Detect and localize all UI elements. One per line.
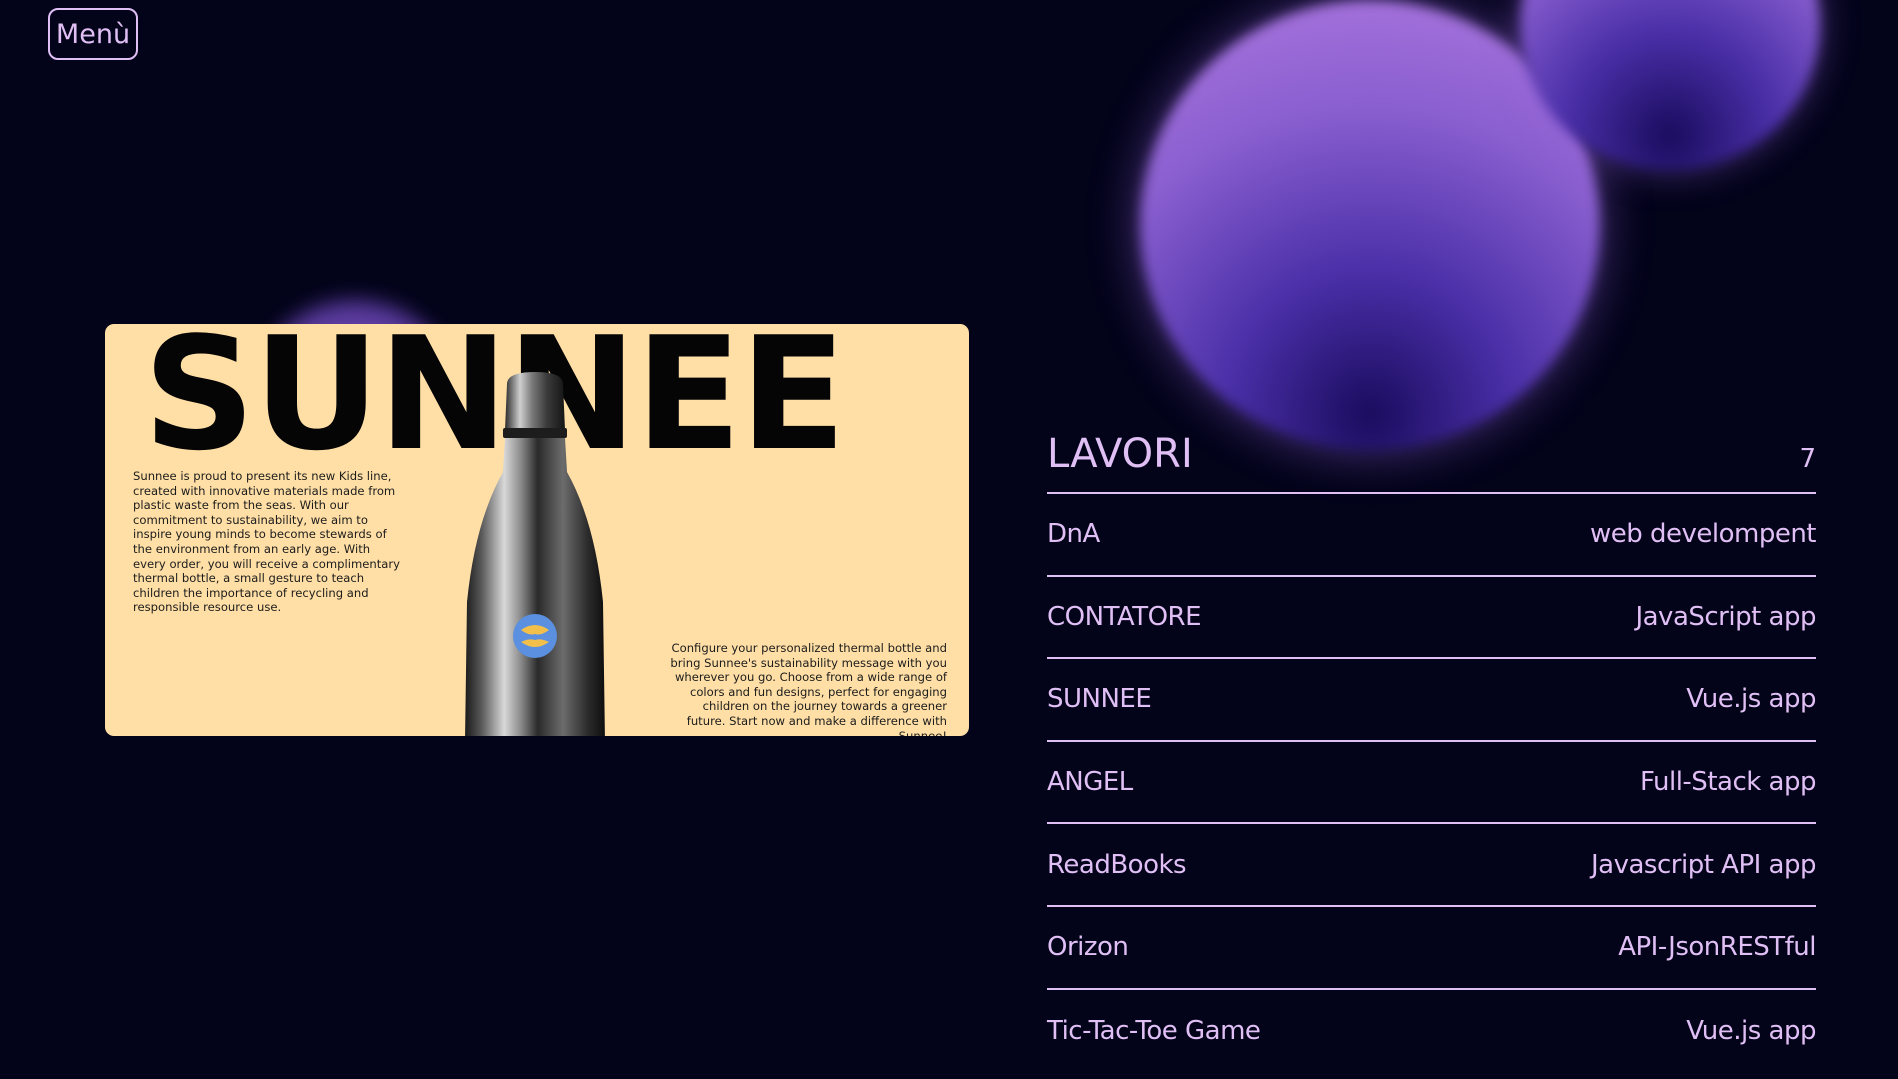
works-list: LAVORI 7 DnA web develompent CONTATORE J… [1047,414,1817,1073]
project-preview-description-right: Configure your personalized thermal bott… [670,641,947,736]
work-type: Vue.js app [1686,684,1816,715]
work-type: API-JsonRESTful [1618,932,1816,963]
work-row-tic-tac-toe[interactable]: Tic-Tac-Toe Game Vue.js app [1047,990,1816,1073]
work-name: SUNNEE [1047,684,1152,715]
work-name: CONTATORE [1047,601,1202,632]
work-name: ANGEL [1047,767,1133,798]
work-row-orizon[interactable]: Orizon API-JsonRESTful [1047,907,1816,990]
menu-button-label: Menù [55,18,131,50]
work-row-sunnee[interactable]: SUNNEE Vue.js app [1047,659,1816,742]
work-name: DnA [1047,519,1100,550]
work-row-contatore[interactable]: CONTATORE JavaScript app [1047,577,1816,660]
work-row-dna[interactable]: DnA web develompent [1047,494,1817,577]
work-name: ReadBooks [1047,849,1187,880]
project-preview-description-left: Sunnee is proud to present its new Kids … [133,469,401,615]
work-type: Javascript API app [1591,849,1816,880]
work-type: web develompent [1589,519,1817,550]
work-name: Tic-Tac-Toe Game [1047,1015,1261,1046]
works-header: LAVORI 7 [1047,414,1816,494]
work-type: Vue.js app [1686,1015,1816,1046]
work-row-angel[interactable]: ANGEL Full-Stack app [1047,742,1817,825]
portfolio-page: Menù SUNNEE Sunnee is proud to present i… [0,0,1898,1079]
work-row-readbooks[interactable]: ReadBooks Javascript API app [1047,824,1816,907]
work-type: Full-Stack app [1639,767,1817,798]
project-preview-card[interactable]: SUNNEE Sunnee is proud to present its ne… [105,324,969,736]
work-name: Orizon [1047,932,1129,963]
thermal-bottle-image [465,372,605,736]
works-title: LAVORI [1047,431,1193,477]
work-type: JavaScript app [1635,601,1816,632]
works-count: 7 [1799,444,1816,474]
menu-button[interactable]: Menù [48,8,138,60]
